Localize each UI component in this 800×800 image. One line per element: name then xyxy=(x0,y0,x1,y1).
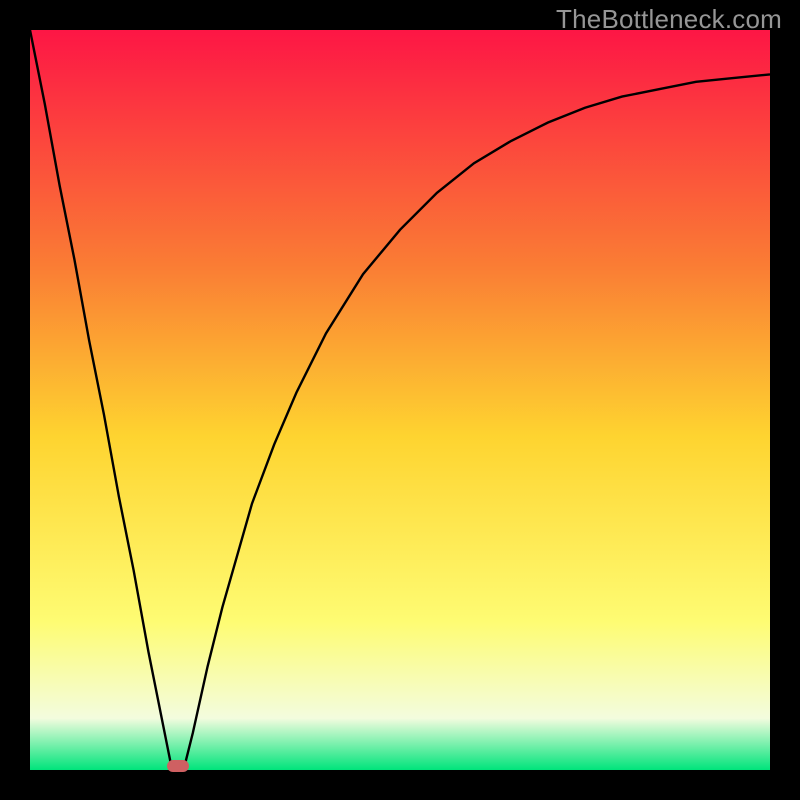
gradient-background xyxy=(30,30,770,770)
chart-frame: TheBottleneck.com xyxy=(0,0,800,800)
min-marker xyxy=(167,760,189,772)
plot-area xyxy=(30,30,770,770)
plot-svg xyxy=(30,30,770,770)
